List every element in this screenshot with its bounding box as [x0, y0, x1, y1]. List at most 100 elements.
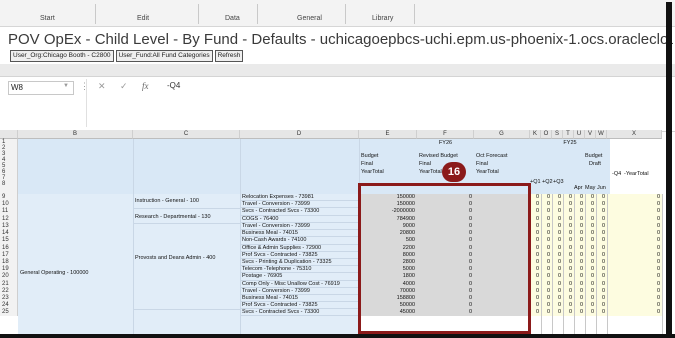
- value-cell-yeartotal[interactable]: 0: [607, 252, 662, 259]
- value-cell-fy25[interactable]: 0: [530, 266, 541, 273]
- column-header[interactable]: S: [552, 130, 563, 139]
- value-cell-fy25[interactable]: 0: [530, 295, 541, 302]
- value-cell-fy25[interactable]: 0: [563, 266, 574, 273]
- value-cell-fy25[interactable]: 0: [596, 252, 607, 259]
- value-cell-fy25[interactable]: 0: [552, 201, 563, 208]
- row-header[interactable]: 22: [0, 288, 18, 295]
- value-cell-yeartotal[interactable]: 0: [607, 245, 662, 252]
- value-cell-fy25[interactable]: 0: [574, 309, 585, 316]
- row-header[interactable]: 23: [0, 295, 18, 302]
- value-cell-fy25[interactable]: 0: [552, 281, 563, 288]
- value-cell-fy25[interactable]: 0: [574, 266, 585, 273]
- value-cell-fy25[interactable]: 0: [596, 273, 607, 281]
- value-cell-yeartotal[interactable]: 0: [607, 237, 662, 245]
- value-cell-fy25[interactable]: 0: [552, 223, 563, 230]
- value-cell-fy25[interactable]: 0: [596, 281, 607, 288]
- row-header[interactable]: 13: [0, 223, 18, 230]
- value-cell-fy25[interactable]: 0: [552, 230, 563, 237]
- value-cell-fy25[interactable]: 0: [585, 245, 596, 252]
- cancel-icon[interactable]: ✕: [98, 81, 106, 92]
- ribbon-group-library[interactable]: Library: [372, 15, 393, 22]
- value-cell-fy25[interactable]: 0: [596, 216, 607, 223]
- value-cell-fy25[interactable]: 0: [574, 223, 585, 230]
- formula-input[interactable]: -Q4: [167, 81, 180, 90]
- value-cell-fy25[interactable]: 0: [574, 216, 585, 223]
- row-header[interactable]: 20: [0, 273, 18, 281]
- value-cell-fy25[interactable]: 0: [574, 230, 585, 237]
- value-cell-fy25[interactable]: 0: [585, 309, 596, 316]
- column-header[interactable]: T: [563, 130, 574, 139]
- value-cell-fy25[interactable]: 0: [541, 245, 552, 252]
- value-cell-fy25[interactable]: 0: [563, 295, 574, 302]
- value-cell-fy25[interactable]: 0: [596, 302, 607, 309]
- value-cell-fy25[interactable]: 0: [563, 281, 574, 288]
- value-cell-fy25[interactable]: 0: [574, 259, 585, 266]
- value-cell-fy25[interactable]: 0: [530, 223, 541, 230]
- value-cell-fy25[interactable]: 0: [596, 288, 607, 295]
- value-cell-fy25[interactable]: 0: [563, 194, 574, 201]
- value-cell-fy25[interactable]: 0: [574, 273, 585, 281]
- column-header[interactable]: C: [133, 130, 240, 139]
- value-cell-fy25[interactable]: 0: [574, 194, 585, 201]
- column-header[interactable]: K: [530, 130, 541, 139]
- row-header[interactable]: 15: [0, 237, 18, 245]
- value-cell-fy25[interactable]: 0: [585, 223, 596, 230]
- value-cell-fy25[interactable]: 0: [530, 194, 541, 201]
- ribbon-group-start[interactable]: Start: [40, 15, 55, 22]
- value-cell-fy25[interactable]: 0: [530, 245, 541, 252]
- value-cell-fy25[interactable]: 0: [541, 252, 552, 259]
- value-cell-fy25[interactable]: 0: [530, 259, 541, 266]
- more-options-icon[interactable]: ⋮: [80, 81, 89, 92]
- value-cell-fy25[interactable]: 0: [530, 281, 541, 288]
- value-cell-fy25[interactable]: 0: [552, 273, 563, 281]
- value-cell-fy25[interactable]: 0: [552, 237, 563, 245]
- value-cell-fy25[interactable]: 0: [552, 259, 563, 266]
- value-cell-fy25[interactable]: 0: [574, 281, 585, 288]
- row-header[interactable]: 21: [0, 281, 18, 288]
- value-cell-fy25[interactable]: 0: [574, 201, 585, 208]
- row-header[interactable]: 12: [0, 216, 18, 223]
- row-header[interactable]: 16: [0, 245, 18, 252]
- value-cell-fy25[interactable]: 0: [585, 252, 596, 259]
- value-cell-fy25[interactable]: 0: [541, 295, 552, 302]
- column-header[interactable]: V: [585, 130, 596, 139]
- value-cell-fy25[interactable]: 0: [563, 245, 574, 252]
- value-cell-fy25[interactable]: 0: [563, 230, 574, 237]
- value-cell-fy25[interactable]: 0: [596, 230, 607, 237]
- column-header[interactable]: D: [240, 130, 359, 139]
- value-cell-fy25[interactable]: 0: [596, 223, 607, 230]
- chevron-down-icon[interactable]: ▼: [63, 83, 69, 89]
- row-header[interactable]: 18: [0, 259, 18, 266]
- value-cell-fy25[interactable]: 0: [563, 216, 574, 223]
- row-header[interactable]: 8: [0, 181, 18, 194]
- value-cell-fy25[interactable]: 0: [541, 302, 552, 309]
- value-cell-fy25[interactable]: 0: [596, 208, 607, 216]
- ribbon-group-general[interactable]: General: [297, 15, 322, 22]
- value-cell-fy25[interactable]: 0: [530, 302, 541, 309]
- value-cell-yeartotal[interactable]: 0: [607, 273, 662, 281]
- value-cell-fy25[interactable]: 0: [596, 194, 607, 201]
- value-cell-fy25[interactable]: 0: [596, 201, 607, 208]
- value-cell-yeartotal[interactable]: 0: [607, 208, 662, 216]
- value-cell-fy25[interactable]: 0: [563, 208, 574, 216]
- value-cell-fy25[interactable]: 0: [541, 237, 552, 245]
- value-cell-fy25[interactable]: 0: [574, 288, 585, 295]
- value-cell-fy25[interactable]: 0: [585, 266, 596, 273]
- value-cell-fy25[interactable]: 0: [585, 259, 596, 266]
- row-header[interactable]: 11: [0, 208, 18, 216]
- value-cell-yeartotal[interactable]: 0: [607, 295, 662, 302]
- value-cell-fy25[interactable]: 0: [541, 259, 552, 266]
- value-cell-fy25[interactable]: 0: [552, 309, 563, 316]
- value-cell-fy25[interactable]: 0: [541, 194, 552, 201]
- value-cell-fy25[interactable]: 0: [574, 302, 585, 309]
- value-cell-fy25[interactable]: 0: [530, 216, 541, 223]
- value-cell-fy25[interactable]: 0: [552, 194, 563, 201]
- value-cell-fy25[interactable]: 0: [530, 288, 541, 295]
- value-cell-fy25[interactable]: 0: [563, 302, 574, 309]
- row-header[interactable]: 19: [0, 266, 18, 273]
- pov-org-selector[interactable]: User_Org:Chicago Booth - C2800: [10, 50, 114, 62]
- value-cell-fy25[interactable]: 0: [552, 245, 563, 252]
- spreadsheet-grid[interactable]: B C D E F G K O S T U V W X 1 2 3 4 5 6 7 8 9 10 11 12 13 14 15 16 17 1…: [0, 130, 675, 338]
- value-cell-fy25[interactable]: 0: [552, 295, 563, 302]
- enter-icon[interactable]: ✓: [120, 81, 128, 92]
